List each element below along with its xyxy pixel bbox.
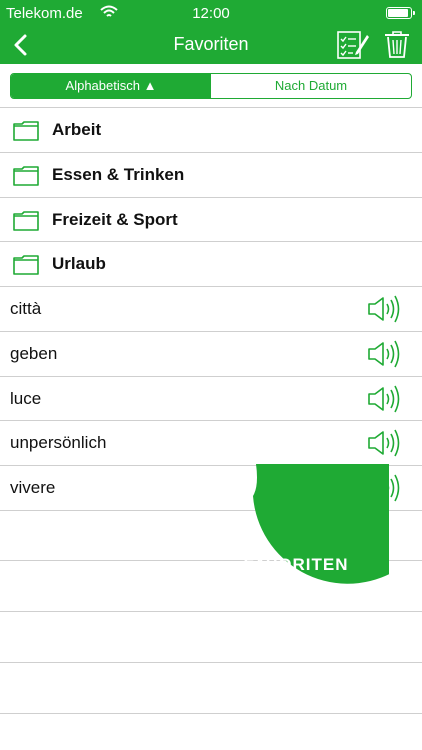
sort-by-date-tab[interactable]: Nach Datum	[211, 74, 411, 98]
word-row-unpersoenlich[interactable]: unpersönlich	[0, 421, 422, 465]
battery-icon	[386, 7, 415, 19]
folder-row-essen-trinken[interactable]: Essen & Trinken	[0, 153, 422, 197]
manage-favorites-line1: FAVORITEN	[243, 555, 349, 574]
sort-segmented-control: Alphabetisch ▲ Nach Datum	[10, 73, 412, 99]
edit-list-icon[interactable]	[336, 30, 370, 60]
word-label: vivere	[10, 478, 56, 497]
status-bar: Telekom.de 12:00	[0, 0, 422, 26]
word-row-citta[interactable]: città	[0, 287, 422, 331]
folder-row-urlaub[interactable]: Urlaub	[0, 242, 422, 286]
folder-row-arbeit[interactable]: Arbeit	[0, 108, 422, 152]
sort-alphabetical-tab[interactable]: Alphabetisch ▲	[11, 74, 211, 98]
folder-icon	[13, 121, 39, 141]
folder-icon	[13, 211, 39, 231]
clock: 12:00	[192, 5, 230, 22]
sort-bar: Alphabetisch ▲ Nach Datum	[0, 64, 422, 108]
folder-icon	[13, 255, 39, 275]
speaker-icon[interactable]	[366, 339, 400, 369]
speaker-icon[interactable]	[366, 384, 400, 414]
word-row-luce[interactable]: luce	[0, 377, 422, 421]
folder-icon	[13, 166, 39, 186]
trash-icon[interactable]	[384, 29, 410, 59]
folder-row-freizeit-sport[interactable]: Freizeit & Sport	[0, 198, 422, 242]
speaker-icon[interactable]	[366, 428, 400, 458]
manage-favorites-line2: VERWALTEN	[238, 581, 354, 600]
navigation-bar: Favoriten	[0, 26, 422, 64]
word-label: città	[10, 299, 42, 318]
folder-label: Arbeit	[52, 120, 102, 139]
folder-label: Urlaub	[52, 254, 106, 273]
folder-label: Essen & Trinken	[52, 165, 185, 184]
folder-label: Freizeit & Sport	[52, 210, 178, 229]
speaker-icon[interactable]	[366, 294, 400, 324]
word-row-geben[interactable]: geben	[0, 332, 422, 376]
word-label: luce	[10, 389, 42, 408]
word-label: geben	[10, 344, 58, 363]
divider	[0, 713, 422, 714]
word-label: unpersönlich	[10, 433, 107, 452]
manage-favorites-label: FAVORITEN VERWALTEN	[200, 552, 392, 604]
